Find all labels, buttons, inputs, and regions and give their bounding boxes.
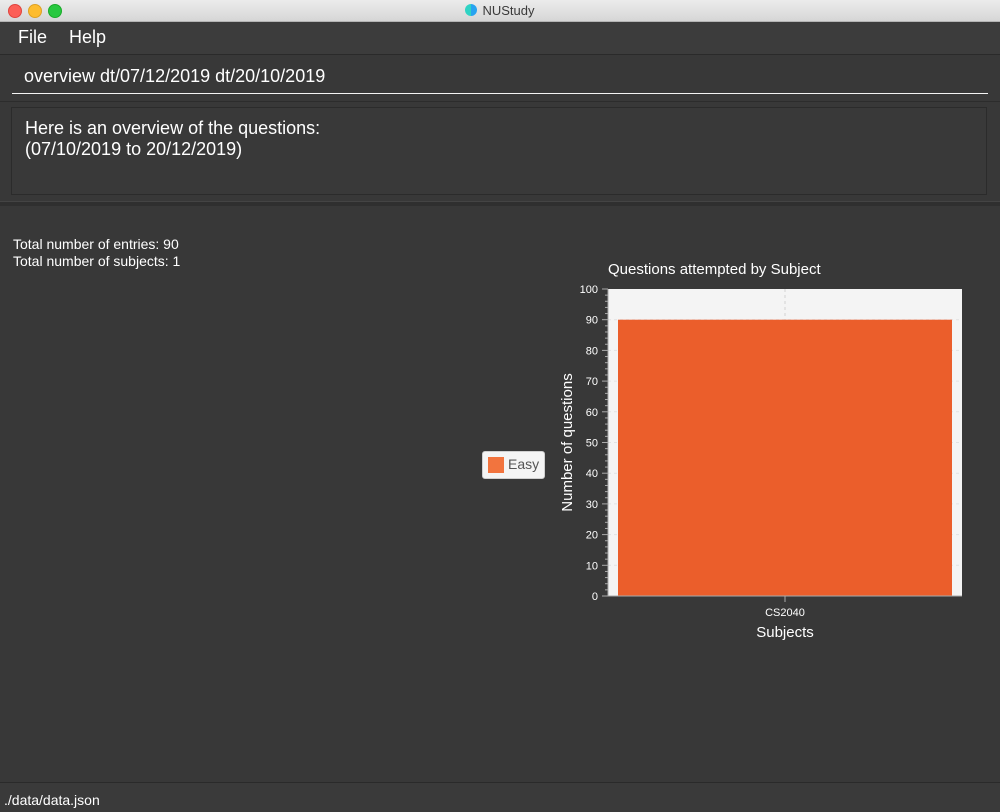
legend-label-easy: Easy (508, 456, 540, 472)
y-axis-label: Number of questions (559, 373, 576, 511)
y-tick-label: 100 (580, 284, 598, 296)
total-entries-text: Total number of entries: 90 (13, 236, 179, 252)
overview-stats: Total number of entries: 90 Total number… (13, 236, 180, 270)
command-box (0, 55, 1000, 102)
window-title: NUStudy (482, 3, 535, 18)
y-tick-label: 0 (592, 591, 598, 603)
x-axis-label: Subjects (756, 624, 814, 641)
y-tick-label: 40 (586, 468, 598, 480)
menu-file[interactable]: File (18, 27, 47, 48)
command-input[interactable] (12, 60, 988, 94)
y-tick-label: 20 (586, 530, 598, 542)
window-title-area: NUStudy (0, 3, 1000, 18)
y-tick-label: 80 (586, 345, 598, 357)
bar-chart: Questions attempted by Subject 0 10 20 30 40 5… (559, 261, 962, 641)
result-display: Here is an overview of the questions: (0… (11, 107, 987, 195)
result-line: Here is an overview of the questions: (25, 118, 321, 138)
total-subjects-text: Total number of subjects: 1 (13, 253, 181, 269)
y-tick-label: 60 (586, 407, 598, 419)
panel-divider[interactable] (0, 201, 1000, 206)
chart-title: Questions attempted by Subject (608, 261, 821, 278)
status-bar: ./data/data.json (0, 782, 1000, 812)
title-bar: NUStudy (0, 0, 1000, 22)
bar-cs2040 (618, 319, 952, 596)
app-icon (465, 4, 478, 16)
menu-help[interactable]: Help (69, 27, 106, 48)
y-tick-label: 90 (586, 315, 598, 327)
y-tick-label: 10 (586, 560, 598, 572)
menu-bar: File Help (0, 22, 1000, 55)
y-tick-label: 70 (586, 376, 598, 388)
legend-swatch-easy (488, 457, 504, 473)
y-tick-label: 50 (586, 438, 598, 450)
result-line: (07/10/2019 to 20/12/2019) (25, 139, 243, 159)
data-file-path: ./data/data.json (4, 792, 100, 808)
x-tick-label: CS2040 (765, 607, 805, 619)
y-tick-label: 30 (586, 499, 598, 511)
chart-legend: Easy (482, 451, 545, 479)
